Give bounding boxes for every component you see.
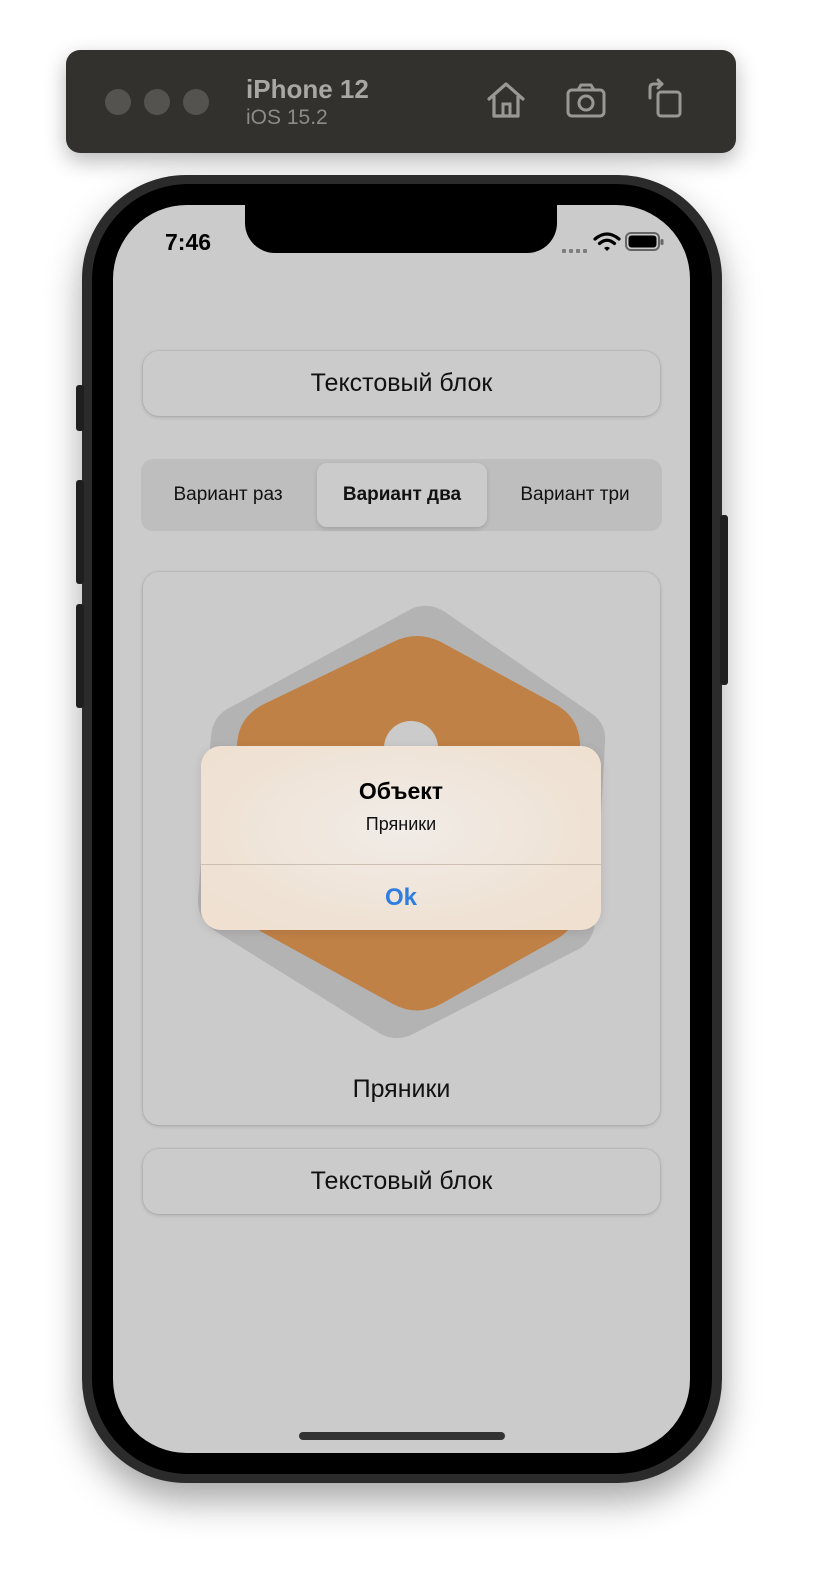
device-screen: 7:46 Текстовый блок Вариант раз Вариант … (113, 205, 690, 1453)
segment-option-3[interactable]: Вариант три (490, 463, 660, 527)
status-time: 7:46 (165, 229, 212, 255)
alert-ok-label: Ok (384, 883, 417, 911)
segmented-control[interactable]: Вариант раз Вариант два Вариант три (141, 459, 662, 531)
battery-icon (625, 232, 664, 251)
home-icon[interactable] (484, 78, 528, 122)
cellular-icon (562, 249, 587, 253)
top-text-block-label: Текстовый блок (310, 369, 493, 397)
rotate-icon[interactable] (644, 78, 688, 122)
top-text-block: Текстовый блок (143, 351, 660, 416)
alert-title: Объект (358, 778, 444, 804)
notch (245, 205, 557, 253)
alert-dialog: Объект Пряники Ok (201, 746, 601, 930)
volume-down-button (76, 604, 84, 708)
window-close-button[interactable] (105, 89, 131, 115)
window-minimize-button[interactable] (144, 89, 170, 115)
alert-ok-button[interactable]: Ok (201, 865, 601, 930)
volume-up-button (76, 480, 84, 584)
segment-option-1-label: Вариант раз (173, 484, 283, 505)
segment-option-1[interactable]: Вариант раз (143, 463, 313, 527)
screenshot-icon[interactable] (564, 78, 608, 122)
device-name: iPhone 12 (246, 74, 369, 104)
bottom-text-block: Текстовый блок (143, 1149, 660, 1214)
alert-message: Пряники (365, 814, 437, 834)
window-zoom-button[interactable] (183, 89, 209, 115)
segment-option-2-label: Вариант два (342, 484, 462, 505)
bottom-text-block-label: Текстовый блок (310, 1167, 493, 1195)
wifi-icon (593, 232, 621, 251)
os-version: iOS 15.2 (246, 106, 328, 129)
power-button (720, 515, 728, 685)
mute-switch (76, 385, 84, 431)
segment-option-3-label: Вариант три (520, 484, 630, 505)
item-label: Пряники (352, 1075, 451, 1103)
segment-option-2[interactable]: Вариант два (317, 463, 487, 527)
home-indicator[interactable] (299, 1432, 505, 1440)
